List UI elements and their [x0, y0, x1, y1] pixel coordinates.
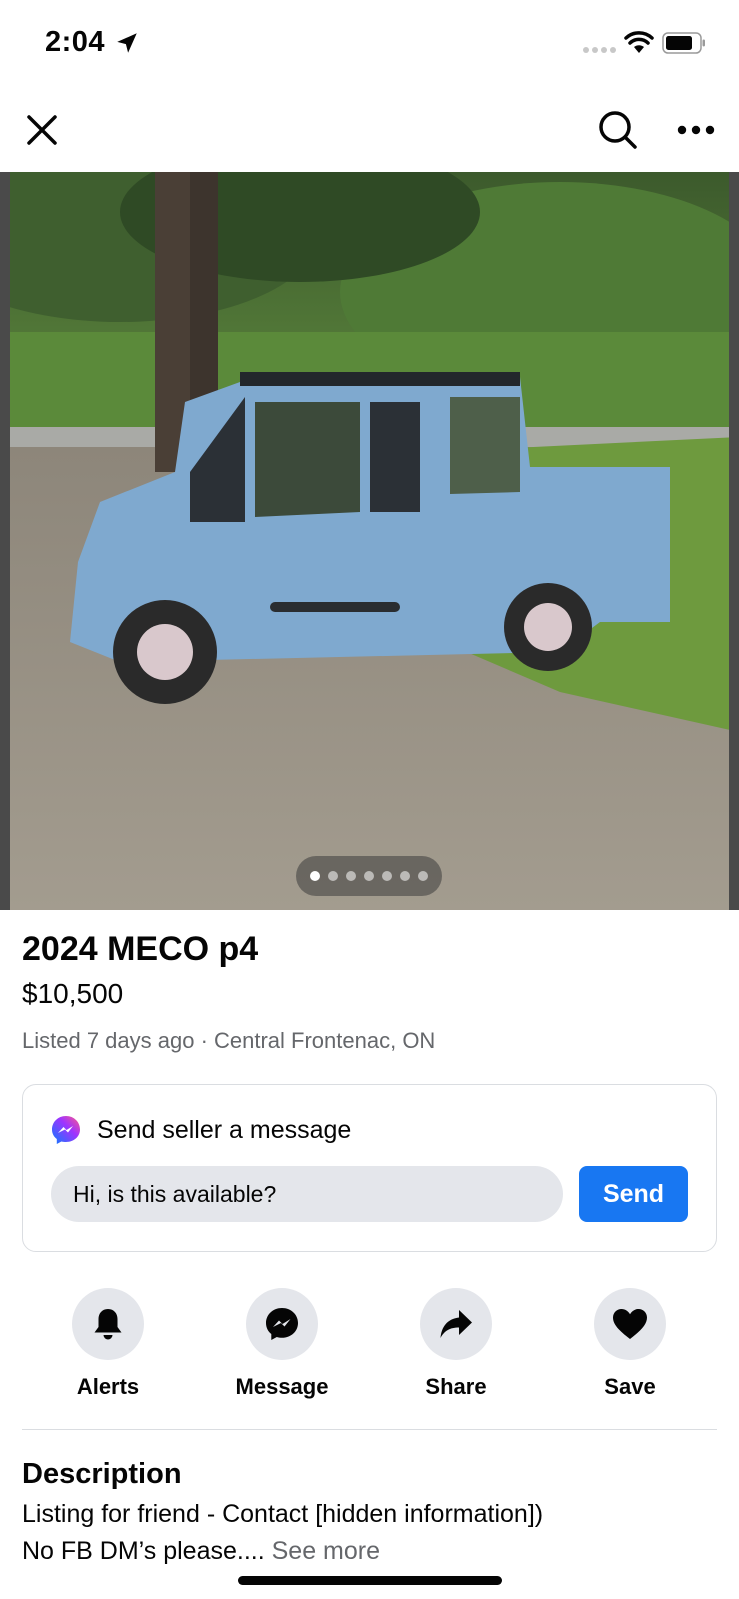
- send-message-card: Send seller a message Send: [22, 1084, 717, 1252]
- pager-dot[interactable]: [364, 871, 374, 881]
- pager-dot[interactable]: [400, 871, 410, 881]
- description-heading: Description: [22, 1458, 182, 1490]
- top-nav-bar: [0, 88, 739, 172]
- bell-icon: [94, 1309, 122, 1340]
- status-bar: 2:04: [0, 0, 739, 88]
- messenger-icon: [266, 1308, 298, 1340]
- save-label: Save: [604, 1374, 656, 1399]
- signal-icon: [583, 47, 616, 53]
- share-arrow-icon: [440, 1310, 472, 1338]
- image-pager[interactable]: [296, 856, 442, 896]
- message-button[interactable]: Message: [207, 1288, 357, 1400]
- listing-meta: Listed 7 days ago · Central Frontenac, O…: [22, 1028, 436, 1053]
- pager-dot[interactable]: [418, 871, 428, 881]
- save-circle[interactable]: [594, 1288, 666, 1360]
- see-more-link[interactable]: See more: [272, 1537, 380, 1565]
- send-button[interactable]: Send: [579, 1166, 688, 1222]
- message-label: Message: [235, 1374, 329, 1399]
- listing-title: 2024 MECO p4: [22, 930, 259, 968]
- more-options-button[interactable]: [672, 106, 720, 154]
- pager-dot[interactable]: [346, 871, 356, 881]
- share-button[interactable]: Share: [381, 1288, 531, 1400]
- search-button[interactable]: [594, 106, 642, 154]
- alerts-button[interactable]: Alerts: [33, 1288, 183, 1400]
- listing-photo[interactable]: [0, 172, 739, 910]
- more-icon: [677, 125, 715, 135]
- message-card-header: Send seller a message: [51, 1115, 351, 1145]
- message-card-heading: Send seller a message: [97, 1115, 352, 1144]
- action-bar: Alerts Message Share Save: [0, 1288, 739, 1408]
- message-circle[interactable]: [246, 1288, 318, 1360]
- location-arrow-icon: [117, 33, 137, 53]
- alerts-label: Alerts: [76, 1374, 140, 1399]
- close-icon: [27, 115, 57, 145]
- pager-dot[interactable]: [310, 871, 320, 881]
- listing-price: $10,500: [22, 978, 124, 1009]
- description-text-line2: No FB DM’s please.... See more: [22, 1537, 380, 1566]
- vehicle-photo: [0, 172, 739, 910]
- description-text-line1: Listing for friend - Contact [hidden inf…: [22, 1500, 544, 1528]
- battery-icon: [662, 32, 705, 54]
- status-time: 2:04: [45, 26, 106, 58]
- heart-icon: [613, 1309, 647, 1339]
- alerts-circle[interactable]: [72, 1288, 144, 1360]
- search-icon: [599, 111, 637, 149]
- description-text: No FB DM’s please....: [22, 1537, 272, 1565]
- message-input[interactable]: [51, 1166, 563, 1222]
- section-divider: [22, 1429, 717, 1430]
- home-indicator[interactable]: [238, 1576, 502, 1585]
- share-label: Share: [425, 1374, 487, 1399]
- close-button[interactable]: [18, 106, 66, 154]
- share-circle[interactable]: [420, 1288, 492, 1360]
- save-button[interactable]: Save: [555, 1288, 705, 1400]
- pager-dot[interactable]: [382, 871, 392, 881]
- wifi-icon: [624, 31, 654, 53]
- messenger-logo-icon: [52, 1116, 80, 1144]
- pager-dot[interactable]: [328, 871, 338, 881]
